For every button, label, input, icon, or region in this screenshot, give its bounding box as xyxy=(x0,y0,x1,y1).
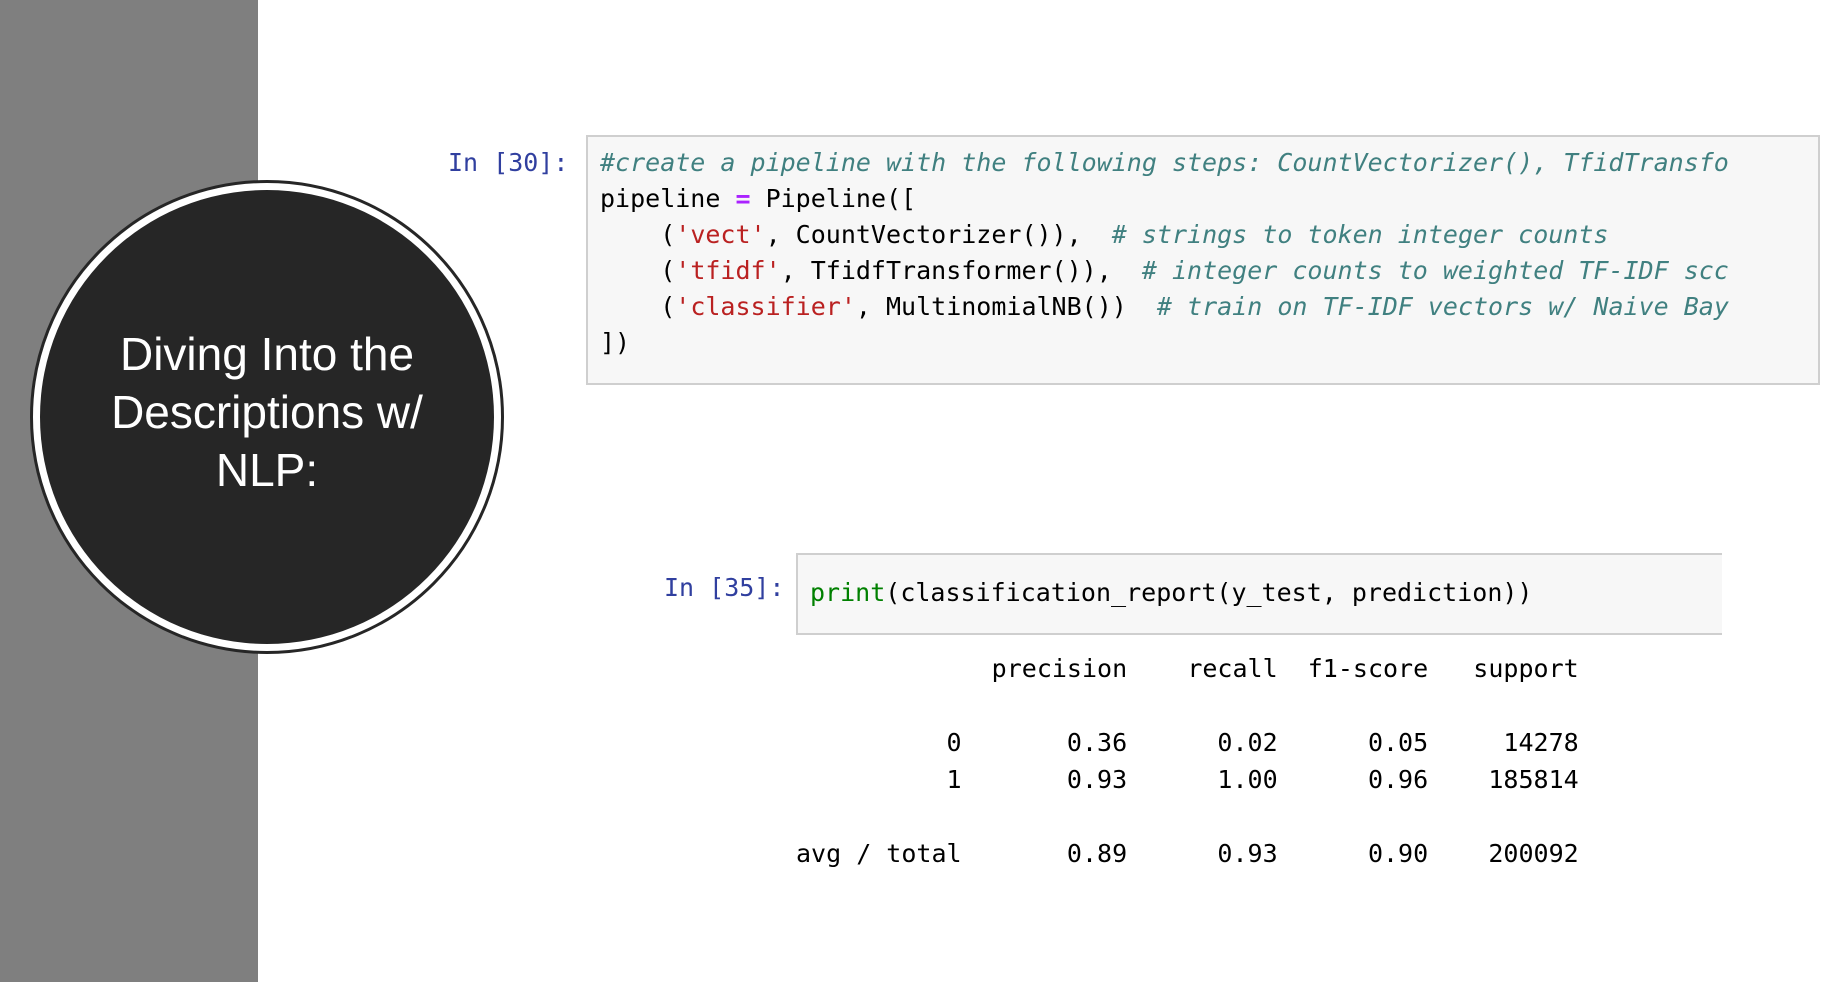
classification-report-output: precision recall f1-score support ​ 0 0.3… xyxy=(796,650,1579,872)
slide-title: Diving Into the Descriptions w/ NLP: xyxy=(111,328,423,496)
report-header: precision recall f1-score support xyxy=(796,654,1579,683)
cell-35-prompt: In [35]: xyxy=(664,573,785,602)
code-text: pipeline xyxy=(600,184,736,213)
code-string: 'classifier' xyxy=(675,292,856,321)
code-text: ( xyxy=(600,292,676,321)
code-comment: # strings to token integer counts xyxy=(1111,220,1609,249)
code-text: , MultinomialNB()) xyxy=(855,292,1157,321)
code-text: ( xyxy=(600,220,676,249)
code-line-4: ('tfidf', TfidfTransformer()), # integer… xyxy=(600,253,1729,289)
report-blank: ​ xyxy=(796,687,1579,724)
code-comment: # train on TF-IDF vectors w/ Naive Bay xyxy=(1156,292,1729,321)
cell-30-prompt: In [30]: xyxy=(448,148,569,177)
report-row-1: 1 0.93 1.00 0.96 185814 xyxy=(796,765,1579,794)
code-line-3: ('vect', CountVectorizer()), # strings t… xyxy=(600,217,1608,253)
code-text: ( xyxy=(600,256,676,285)
code-text: , TfidfTransformer()), xyxy=(780,256,1142,285)
code-string: 'tfidf' xyxy=(675,256,781,285)
title-circle: Diving Into the Descriptions w/ NLP: xyxy=(40,190,494,644)
code-text: ]) xyxy=(600,328,631,357)
code-string: 'vect' xyxy=(675,220,766,249)
code-text: , CountVectorizer()), xyxy=(765,220,1112,249)
code-text: (classification_report(y_test, predictio… xyxy=(885,578,1533,607)
code-builtin: print xyxy=(810,578,886,607)
code-cell-30[interactable]: #create a pipeline with the following st… xyxy=(586,135,1820,385)
code-line-2: pipeline = Pipeline([ xyxy=(600,181,916,217)
code-line-1: print(classification_report(y_test, pred… xyxy=(810,575,1532,611)
code-text: Pipeline([ xyxy=(750,184,917,213)
report-blank: ​ xyxy=(796,798,1579,835)
code-operator: = xyxy=(735,184,751,213)
code-cell-35[interactable]: print(classification_report(y_test, pred… xyxy=(796,553,1722,635)
report-row-0: 0 0.36 0.02 0.05 14278 xyxy=(796,728,1579,757)
code-comment: #create a pipeline with the following st… xyxy=(600,148,1729,177)
code-line-5: ('classifier', MultinomialNB()) # train … xyxy=(600,289,1729,325)
code-line-6: ]) xyxy=(600,325,630,361)
code-comment: # integer counts to weighted TF-IDF scc xyxy=(1141,256,1729,285)
code-line-1: #create a pipeline with the following st… xyxy=(600,145,1729,181)
report-avg-total: avg / total 0.89 0.93 0.90 200092 xyxy=(796,839,1579,868)
